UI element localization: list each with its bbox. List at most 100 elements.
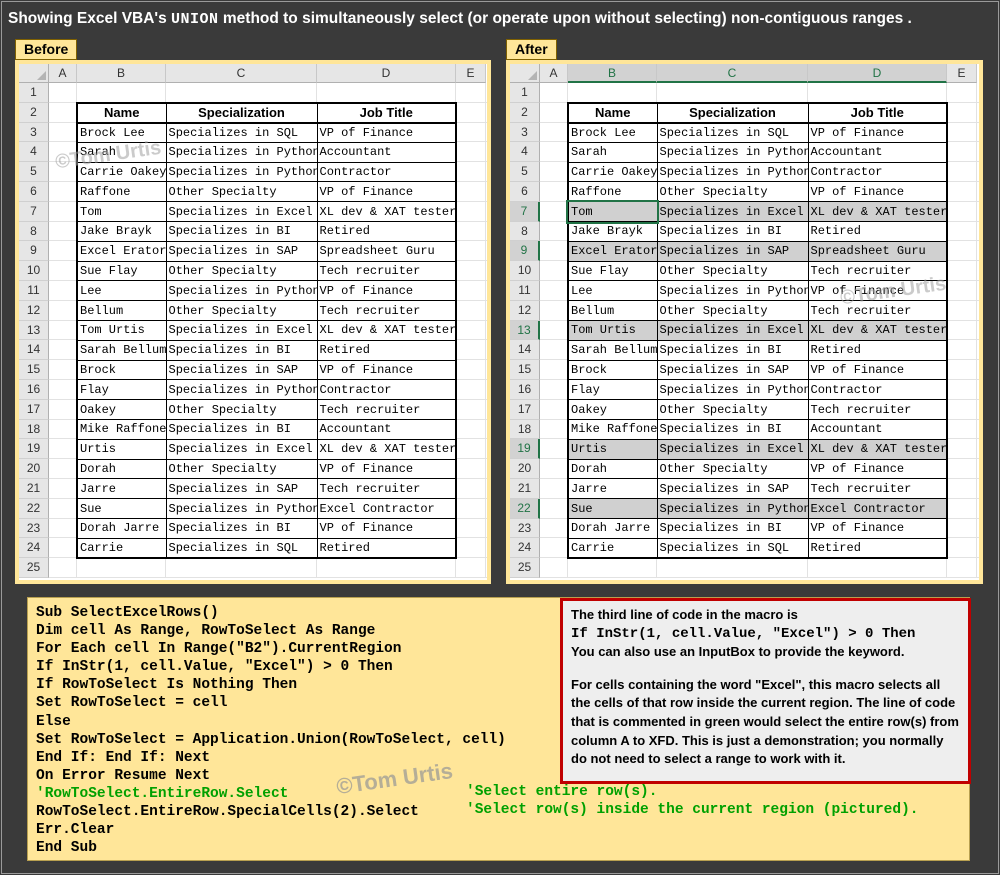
before-table-cell[interactable]: Specializes in Excel: [165, 201, 318, 223]
after-table-header[interactable]: Job Title: [807, 102, 948, 124]
before-row-header-9[interactable]: 9: [19, 241, 49, 262]
before-table-cell[interactable]: Sarah: [76, 141, 167, 163]
after-row-header-3[interactable]: 3: [510, 122, 540, 143]
after-row-header-1[interactable]: 1: [510, 83, 540, 103]
before-row-header-1[interactable]: 1: [19, 83, 49, 103]
before-table-cell[interactable]: Brock: [76, 359, 167, 381]
after-table-cell[interactable]: Brock Lee: [567, 122, 658, 143]
before-table-cell[interactable]: Dorah Jarre: [76, 518, 167, 539]
after-row-header-14[interactable]: 14: [510, 340, 540, 361]
before-table-header[interactable]: Job Title: [316, 102, 457, 124]
after-table-cell[interactable]: Lee: [567, 280, 658, 302]
before-table-cell[interactable]: Specializes in BI: [165, 339, 318, 361]
before-table-cell[interactable]: Specializes in Python: [165, 379, 318, 401]
after-table-header[interactable]: Name: [567, 102, 658, 124]
before-table-cell[interactable]: Jarre: [76, 478, 167, 500]
before-table-cell[interactable]: Jake Brayk: [76, 221, 167, 242]
before-row-header-8[interactable]: 8: [19, 221, 49, 242]
before-table-cell[interactable]: Bellum: [76, 300, 167, 322]
before-table-cell[interactable]: Specializes in BI: [165, 419, 318, 440]
before-table-cell[interactable]: VP of Finance: [316, 359, 457, 381]
before-table-cell[interactable]: Specializes in Excel: [165, 438, 318, 460]
after-table-cell[interactable]: Other Specialty: [656, 181, 809, 203]
after-table-cell[interactable]: VP of Finance: [807, 359, 948, 381]
before-table-cell[interactable]: Tech recruiter: [316, 399, 457, 421]
after-table-cell[interactable]: Specializes in BI: [656, 518, 809, 539]
after-table-cell[interactable]: Specializes in Python: [656, 379, 809, 401]
after-table-cell[interactable]: Bellum: [567, 300, 658, 322]
before-table-cell[interactable]: VP of Finance: [316, 122, 457, 143]
after-table-cell[interactable]: Other Specialty: [656, 300, 809, 322]
after-table-cell[interactable]: Tech recruiter: [807, 478, 948, 500]
after-table-cell[interactable]: Tech recruiter: [807, 399, 948, 421]
before-row-header-13[interactable]: 13: [19, 320, 49, 341]
before-table-cell[interactable]: Other Specialty: [165, 458, 318, 480]
after-table-cell[interactable]: Mike Raffone: [567, 419, 658, 440]
before-table-cell[interactable]: Other Specialty: [165, 300, 318, 322]
after-row-header-4[interactable]: 4: [510, 142, 540, 163]
after-table-cell[interactable]: Specializes in Excel: [656, 320, 809, 341]
after-table-cell[interactable]: Tech recruiter: [807, 260, 948, 282]
before-table-cell[interactable]: Flay: [76, 379, 167, 401]
after-table-cell[interactable]: VP of Finance: [807, 122, 948, 143]
after-table-cell[interactable]: Other Specialty: [656, 458, 809, 480]
after-row-header-6[interactable]: 6: [510, 182, 540, 202]
before-table-cell[interactable]: Dorah: [76, 458, 167, 480]
before-table-cell[interactable]: VP of Finance: [316, 458, 457, 480]
before-row-header-24[interactable]: 24: [19, 538, 49, 559]
before-table-cell[interactable]: Other Specialty: [165, 181, 318, 203]
after-row-header-11[interactable]: 11: [510, 281, 540, 301]
after-table-cell[interactable]: Carrie Oakey: [567, 161, 658, 183]
after-table-cell[interactable]: XL dev & XAT tester: [807, 201, 948, 223]
after-row-header-22[interactable]: 22: [510, 498, 540, 519]
before-row-header-19[interactable]: 19: [19, 439, 49, 460]
before-table-cell[interactable]: Specializes in SQL: [165, 122, 318, 143]
before-row-header-18[interactable]: 18: [19, 419, 49, 440]
after-table-cell[interactable]: Dorah: [567, 458, 658, 480]
before-table-cell[interactable]: Specializes in Python: [165, 161, 318, 183]
before-table-cell[interactable]: Tom: [76, 201, 167, 223]
before-table-cell[interactable]: Tech recruiter: [316, 478, 457, 500]
before-table-cell[interactable]: Retired: [316, 221, 457, 242]
after-table-cell[interactable]: Oakey: [567, 399, 658, 421]
after-table-cell[interactable]: Specializes in Python: [656, 280, 809, 302]
after-row-header-10[interactable]: 10: [510, 261, 540, 281]
after-table-cell[interactable]: Urtis: [567, 438, 658, 460]
before-row-header-2[interactable]: 2: [19, 102, 49, 123]
after-table-cell[interactable]: Sarah: [567, 141, 658, 163]
after-column-header-e[interactable]: E: [947, 64, 977, 83]
before-table-cell[interactable]: Brock Lee: [76, 122, 167, 143]
before-table-cell[interactable]: Contractor: [316, 161, 457, 183]
before-table-cell[interactable]: Tech recruiter: [316, 300, 457, 322]
before-column-header-a[interactable]: A: [49, 64, 77, 83]
after-table-cell[interactable]: Excel Erator: [567, 240, 658, 262]
before-table-cell[interactable]: Retired: [316, 537, 457, 559]
before-table-cell[interactable]: VP of Finance: [316, 518, 457, 539]
before-table-cell[interactable]: Retired: [316, 339, 457, 361]
after-column-header-d[interactable]: D: [808, 64, 947, 83]
before-row-header-23[interactable]: 23: [19, 518, 49, 539]
before-table-cell[interactable]: Other Specialty: [165, 399, 318, 421]
before-table-cell[interactable]: Specializes in Python: [165, 141, 318, 163]
after-table-cell[interactable]: Specializes in Excel: [656, 201, 809, 223]
before-table-cell[interactable]: Specializes in SAP: [165, 240, 318, 262]
after-row-header-5[interactable]: 5: [510, 162, 540, 182]
before-table-cell[interactable]: XL dev & XAT tester: [316, 320, 457, 341]
after-table-cell[interactable]: VP of Finance: [807, 181, 948, 203]
after-table-cell[interactable]: Retired: [807, 339, 948, 361]
before-table-cell[interactable]: Sue: [76, 498, 167, 520]
after-table-cell[interactable]: Tom: [566, 199, 659, 224]
after-table-cell[interactable]: Contractor: [807, 161, 948, 183]
after-table-cell[interactable]: Sarah Bellum: [567, 339, 658, 361]
after-table-cell[interactable]: Specializes in Excel: [656, 438, 809, 460]
after-table-cell[interactable]: Specializes in SAP: [656, 359, 809, 381]
before-table-cell[interactable]: Contractor: [316, 379, 457, 401]
before-row-header-25[interactable]: 25: [19, 558, 49, 578]
after-table-cell[interactable]: Flay: [567, 379, 658, 401]
before-table-cell[interactable]: XL dev & XAT tester: [316, 438, 457, 460]
before-table-header[interactable]: Specialization: [165, 102, 318, 124]
after-table-cell[interactable]: Specializes in SQL: [656, 537, 809, 559]
after-row-header-16[interactable]: 16: [510, 380, 540, 400]
before-select-all-corner[interactable]: [19, 64, 49, 83]
after-row-header-20[interactable]: 20: [510, 459, 540, 479]
